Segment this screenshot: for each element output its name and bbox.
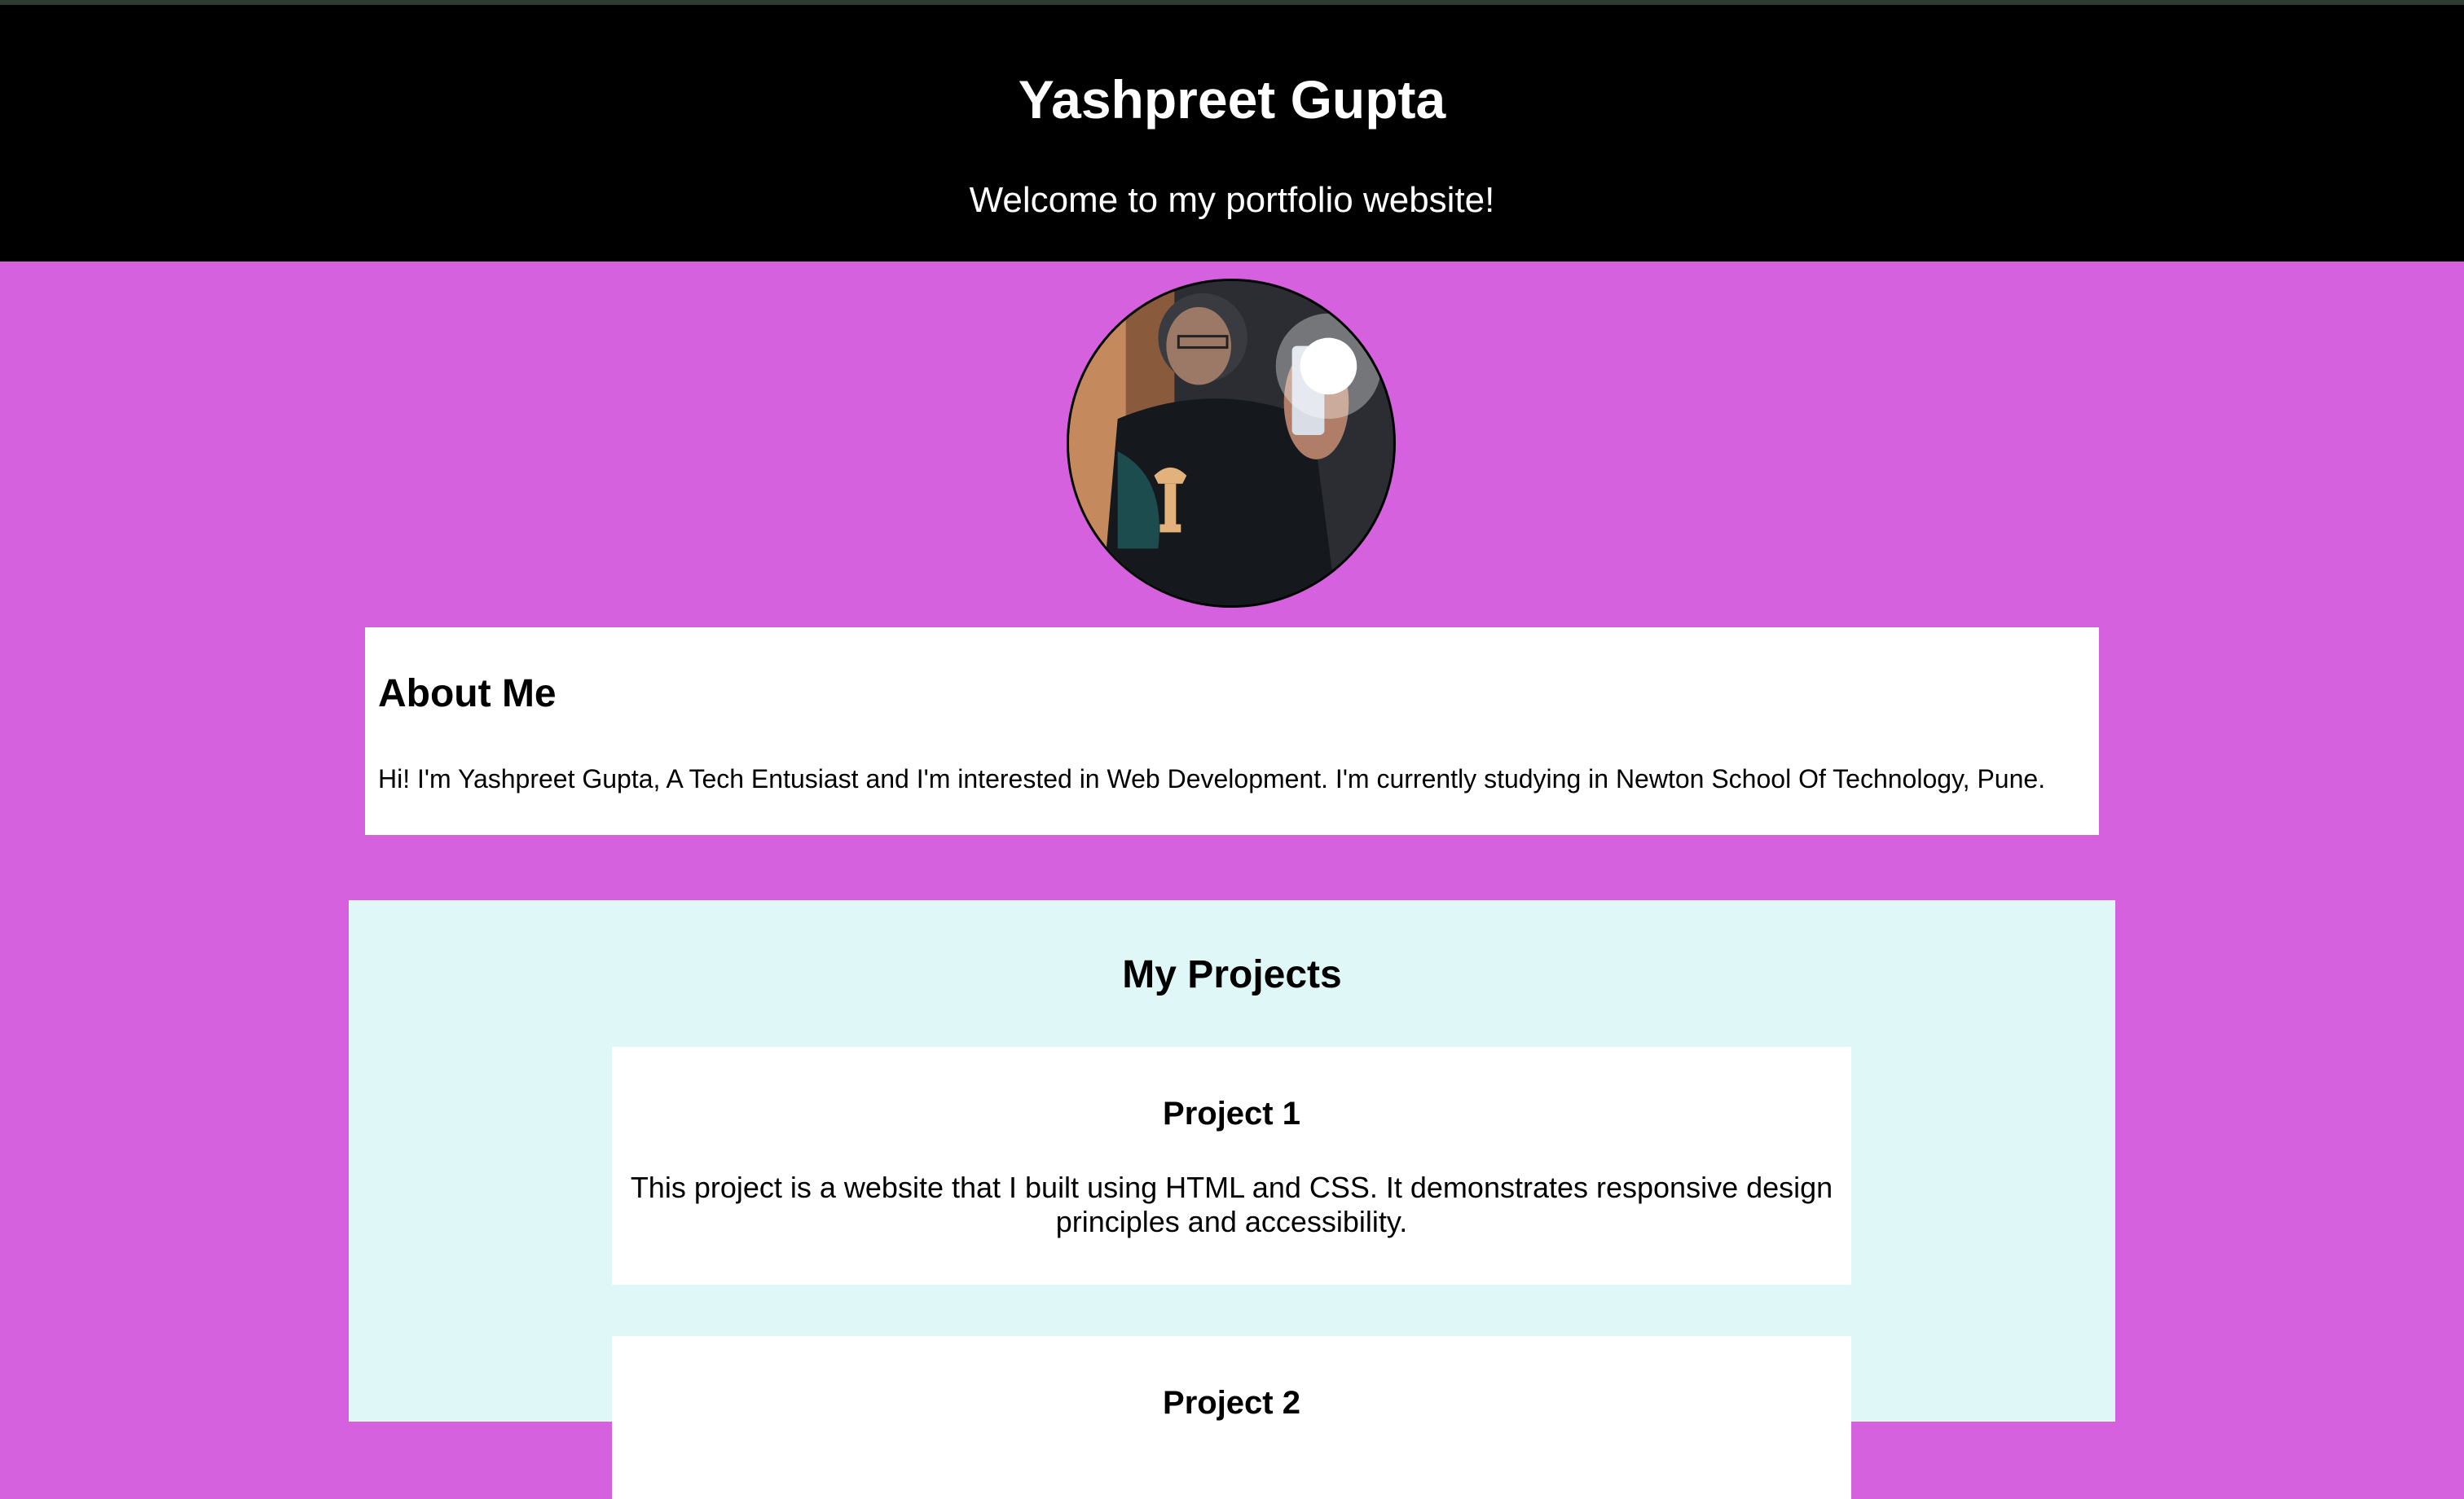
- profile-photo: [1067, 279, 1396, 608]
- site-subtitle: Welcome to my portfolio website!: [969, 180, 1495, 220]
- projects-section: My Projects Project 1 This project is a …: [349, 900, 2115, 1499]
- project-title: Project 2: [1163, 1385, 1300, 1421]
- site-header: Yashpreet Gupta Welcome to my portfolio …: [0, 5, 2464, 262]
- project-description: This project is a website that I built u…: [630, 1171, 1833, 1238]
- about-text: Hi! I'm Yashpreet Gupta, A Tech Entusias…: [378, 764, 2046, 793]
- about-heading: About Me: [378, 672, 557, 715]
- project-card-1: Project 1 This project is a website that…: [612, 1047, 1851, 1285]
- project-title: Project 1: [1163, 1096, 1300, 1132]
- about-section: About Me Hi! I'm Yashpreet Gupta, A Tech…: [365, 627, 2099, 835]
- profile-photo-image: [1069, 281, 1393, 605]
- projects-heading: My Projects: [1122, 953, 1342, 996]
- project-card-2: Project 2: [612, 1336, 1851, 1499]
- site-title: Yashpreet Gupta: [1018, 69, 1446, 130]
